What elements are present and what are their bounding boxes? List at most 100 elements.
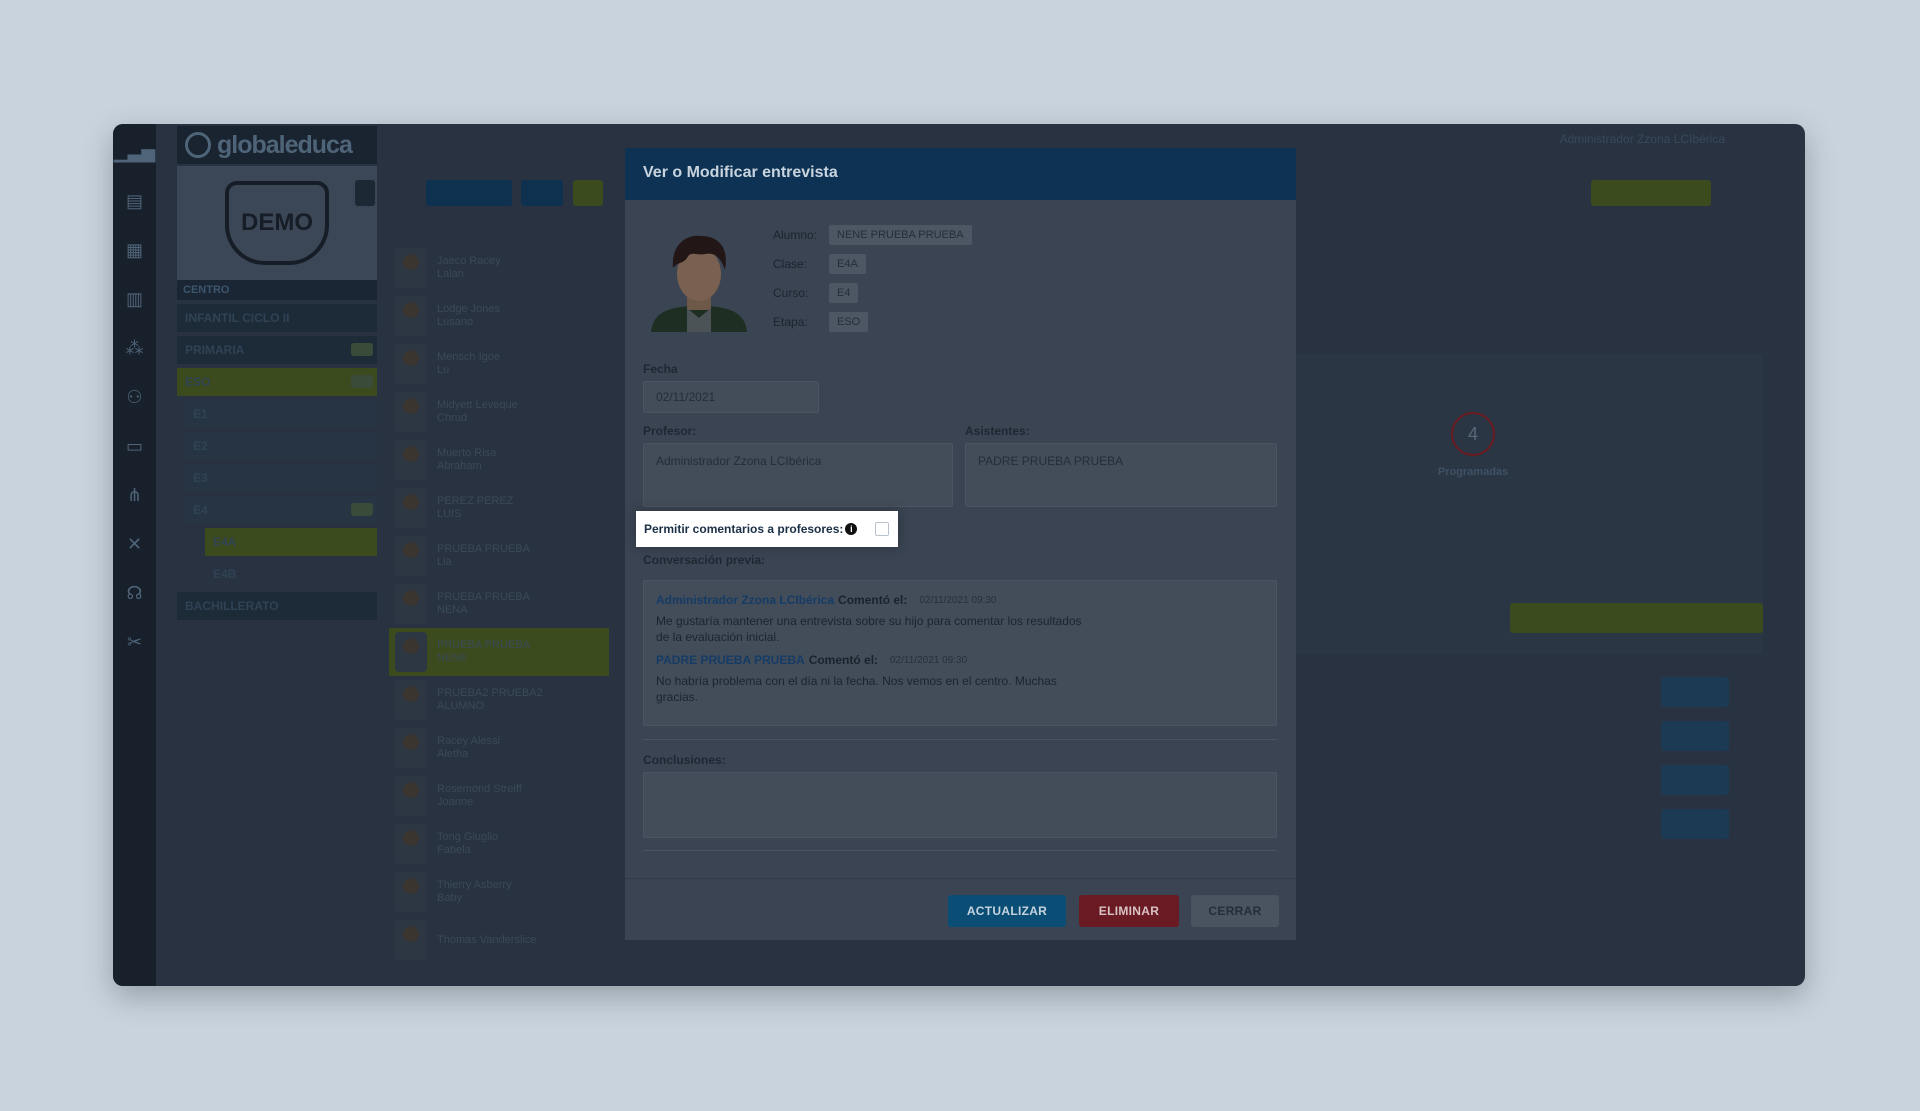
tree-label: E3 — [193, 471, 208, 485]
fecha-label: Fecha — [643, 362, 678, 376]
student-sub: LUIS — [437, 508, 462, 520]
stethoscope-icon[interactable]: ☊ — [113, 569, 156, 618]
avatar — [395, 440, 427, 480]
profesor-label: Profesor: — [643, 424, 697, 438]
student-item[interactable]: Thomas Vanderslice — [389, 916, 609, 964]
alumno-value: NENE PRUEBA PRUEBA — [829, 225, 972, 245]
tree-item-e4[interactable]: E4 — [185, 496, 377, 524]
curso-label: Curso: — [773, 286, 809, 300]
tree-item-e4a[interactable]: E4A — [205, 528, 377, 556]
actualizar-button[interactable]: ACTUALIZAR — [948, 895, 1066, 927]
student-sub: Baby — [437, 892, 463, 904]
student-name: Midyett Leveque — [437, 399, 518, 411]
tree-item-e1[interactable]: E1 — [185, 400, 377, 428]
calendar-icon[interactable]: ▦ — [113, 226, 156, 275]
hamburger-icon[interactable] — [355, 180, 375, 206]
tree-label: E1 — [193, 407, 208, 421]
comment-header: PADRE PRUEBA PRUEBA Comentó el: 02/11/20… — [656, 653, 1264, 667]
tree-item-e3[interactable]: E3 — [185, 464, 377, 492]
eso-chip[interactable] — [521, 180, 563, 206]
etapa-value: ESO — [829, 312, 869, 332]
student-item[interactable]: PEREZ PEREZ LUIS — [389, 484, 609, 532]
fecha-input[interactable]: 02/11/2021 — [643, 381, 819, 413]
interview-modal: Ver o Modificar entrevista Alumno: NENE … — [625, 148, 1296, 940]
student-avatar — [651, 235, 747, 332]
count-badge — [351, 375, 373, 388]
clipboard-icon[interactable]: ▥ — [113, 275, 156, 324]
student-sub: Fabela — [437, 844, 471, 856]
eliminar-button[interactable]: ELIMINAR — [1079, 895, 1179, 927]
avatar — [395, 680, 427, 720]
conversation-box: Administrador Zzona LCIbérica Comentó el… — [643, 580, 1277, 726]
row-action-buttons[interactable] — [1661, 721, 1729, 751]
student-item[interactable]: Jaeco Racey Lalan — [389, 244, 609, 292]
chart-icon[interactable]: ▁▃▅ — [113, 128, 156, 177]
conversacion-label: Conversación previa: — [643, 553, 766, 567]
tree-item-eso[interactable]: ESO — [177, 368, 377, 396]
student-item[interactable]: PRUEBA PRUEBA Lia — [389, 532, 609, 580]
row-action-buttons[interactable] — [1661, 677, 1729, 707]
avatar — [395, 584, 427, 624]
student-name: PEREZ PEREZ — [437, 495, 514, 507]
year-chip[interactable] — [426, 180, 512, 206]
student-name: Lodge Jones — [437, 303, 500, 315]
tree-item-e4b[interactable]: E4B — [205, 560, 377, 588]
student-name: Muerto Risa — [437, 447, 497, 459]
avatar — [395, 728, 427, 768]
programadas-count: 4 — [1451, 412, 1495, 456]
tree-item-primaria[interactable]: PRIMARIA — [177, 336, 377, 364]
tools-icon[interactable]: ✕ — [113, 520, 156, 569]
bus-icon[interactable]: ▭ — [113, 422, 156, 471]
student-item[interactable]: Lodge Jones Lusano — [389, 292, 609, 340]
tree-item-infantil[interactable]: INFANTIL CICLO II — [177, 304, 377, 332]
student-item[interactable]: Midyett Leveque Chrud — [389, 388, 609, 436]
e4-chip[interactable] — [573, 180, 603, 206]
tree-item-bachillerato[interactable]: BACHILLERATO — [177, 592, 377, 620]
permitir-comentarios-label: Permitir comentarios a profesores: — [644, 522, 844, 536]
student-item[interactable]: Muerto Risa Abraham — [389, 436, 609, 484]
informe-button-bg[interactable] — [1510, 603, 1763, 633]
icon-rail: ▁▃▅ ▤ ▦ ▥ ⁂ ⚇ ▭ ⋔ ✕ ☊ ✂ — [113, 124, 156, 986]
student-item[interactable]: Mensch Igoe Lu — [389, 340, 609, 388]
conclusiones-label: Conclusiones: — [643, 753, 726, 767]
student-sub: Chrud — [437, 412, 467, 424]
student-item[interactable]: Tong Giuglio Fabela — [389, 820, 609, 868]
tree-label: ESO — [185, 375, 211, 389]
comment-verb: Comentó el: — [838, 593, 908, 607]
programadas-label: Programadas — [1437, 466, 1509, 478]
modal-footer: ACTUALIZAR ELIMINAR CERRAR — [625, 878, 1296, 940]
users-icon[interactable]: ⚇ — [113, 373, 156, 422]
conclusiones-field[interactable] — [643, 772, 1277, 838]
student-item[interactable]: Rosemond Streiff Joanne — [389, 772, 609, 820]
settings-icon[interactable]: ✂ — [113, 618, 156, 667]
row-action-buttons[interactable] — [1661, 765, 1729, 795]
student-item[interactable]: PRUEBA2 PRUEBA2 ALUMNO — [389, 676, 609, 724]
search-button-bg[interactable] — [1591, 180, 1711, 206]
asistentes-field[interactable]: PADRE PRUEBA PRUEBA — [965, 443, 1277, 507]
comment-text: Me gustaría mantener una entrevista sobr… — [656, 614, 1082, 644]
avatar — [395, 632, 427, 672]
row-action-buttons[interactable] — [1661, 809, 1729, 839]
count-badge — [351, 503, 373, 516]
student-item-selected[interactable]: PRUEBA PRUEBA NENE — [389, 628, 609, 676]
modal-title: Ver o Modificar entrevista — [643, 164, 838, 181]
student-item[interactable]: Racey Alessi Aletha — [389, 724, 609, 772]
book-icon[interactable]: ▤ — [113, 177, 156, 226]
student-sub: Lusano — [437, 316, 474, 328]
tree-label: BACHILLERATO — [185, 599, 279, 613]
family-icon[interactable]: ⋔ — [113, 471, 156, 520]
divider — [643, 850, 1277, 851]
student-sub: ALUMNO — [437, 700, 485, 712]
student-item[interactable]: PRUEBA PRUEBA NENA — [389, 580, 609, 628]
profesor-field[interactable]: Administrador Zzona LCIbérica — [643, 443, 953, 507]
info-etapa: Etapa: ESO — [773, 311, 869, 333]
hierarchy-icon[interactable]: ⁂ — [113, 324, 156, 373]
permitir-comentarios-checkbox[interactable] — [875, 522, 890, 536]
left-panel: globaleduca DEMO CENTRO INFANTIL CICLO I… — [177, 126, 377, 986]
cerrar-button[interactable]: CERRAR — [1191, 895, 1279, 927]
tree-item-e2[interactable]: E2 — [185, 432, 377, 460]
student-item[interactable]: Thierry Asberry Baby — [389, 868, 609, 916]
modal-body: Alumno: NENE PRUEBA PRUEBA Clase: E4A Cu… — [625, 200, 1296, 878]
clase-value: E4A — [829, 254, 866, 274]
info-icon[interactable]: i — [845, 523, 858, 535]
